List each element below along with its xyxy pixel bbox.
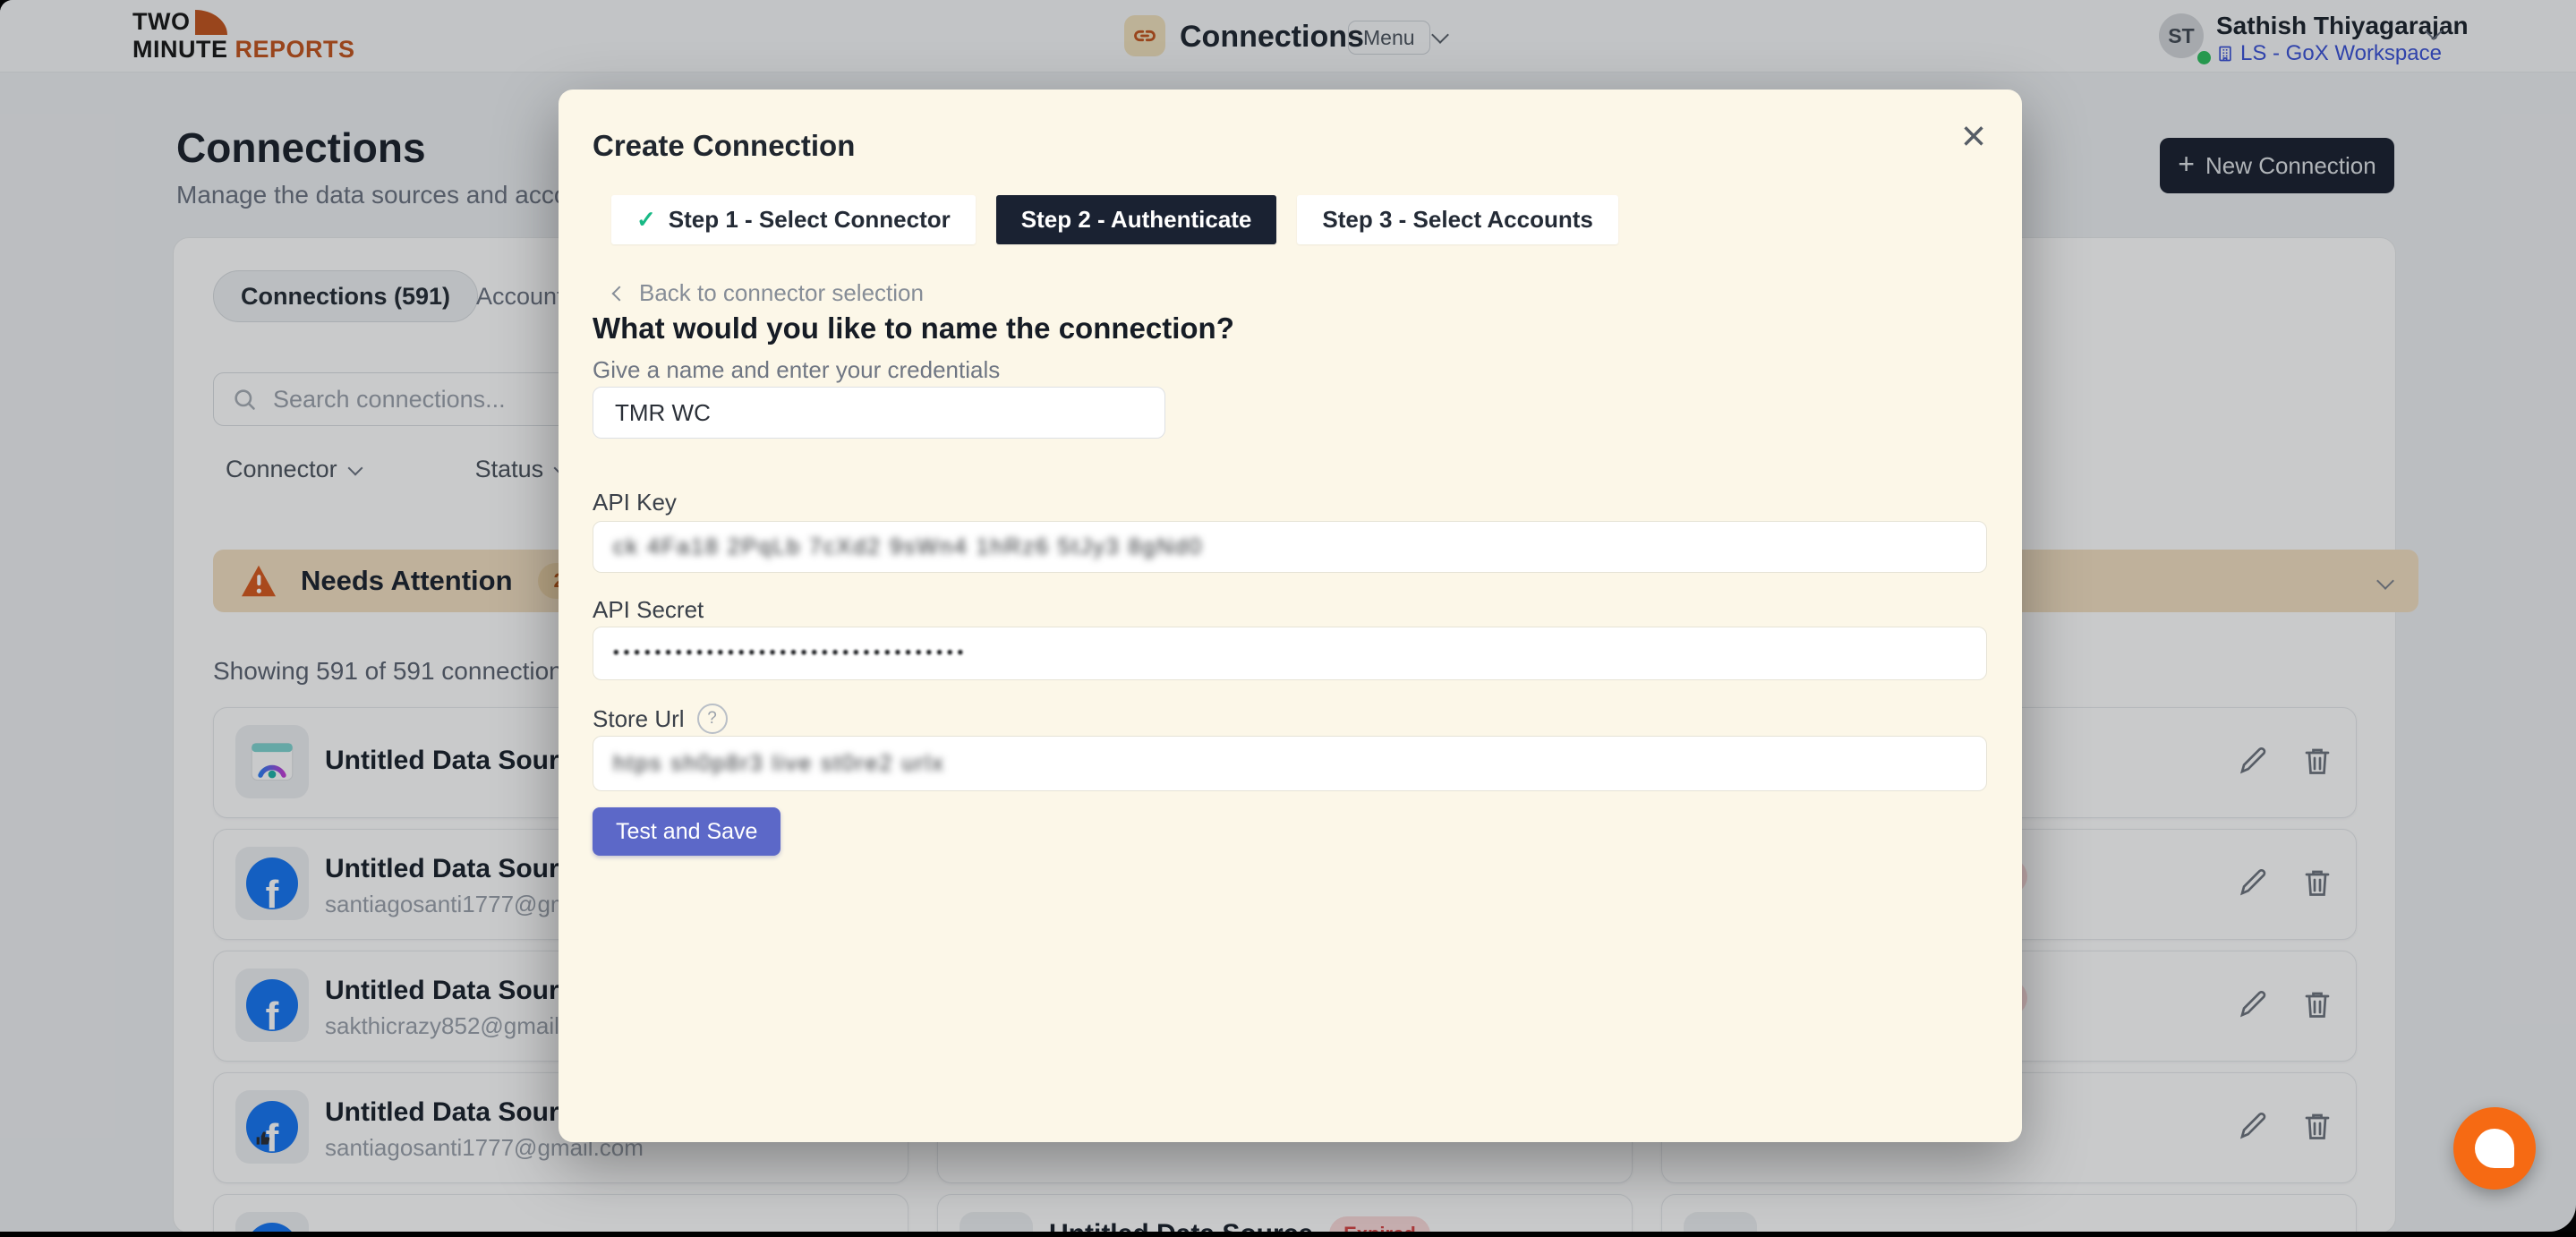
step-3-label: Step 3 - Select Accounts <box>1322 206 1593 233</box>
create-connection-modal: Create Connection × ✓ Step 1 - Select Co… <box>559 90 2022 1142</box>
store-url-field[interactable]: htps sh0p8r3 live st0re2 urlx <box>593 736 1987 791</box>
back-to-connector-link[interactable]: Back to connector selection <box>611 279 924 307</box>
wizard-steps: ✓ Step 1 - Select Connector Step 2 - Aut… <box>611 195 1618 244</box>
store-url-redacted-text: htps sh0p8r3 live st0re2 urlx <box>613 750 945 776</box>
step-2-tab[interactable]: Step 2 - Authenticate <box>995 195 1277 244</box>
api-secret-masked-text: •••••••••••••••••••••••••••••••••• <box>613 644 968 662</box>
chat-bubble-icon <box>2475 1129 2514 1168</box>
step-1-label: Step 1 - Select Connector <box>668 206 951 233</box>
check-icon: ✓ <box>636 206 656 233</box>
connection-name-field <box>593 387 1165 439</box>
back-label: Back to connector selection <box>639 279 924 306</box>
modal-title: Create Connection <box>593 129 856 162</box>
api-key-field[interactable]: ck 4Fa18 2PqLb 7cXd2 9sWn4 1hRz6 5tJy3 8… <box>593 521 1987 573</box>
step-3-tab[interactable]: Step 3 - Select Accounts <box>1297 195 1618 244</box>
store-url-label: Store Url <box>593 704 685 732</box>
api-key-label: API Key <box>593 489 677 516</box>
test-and-save-button[interactable]: Test and Save <box>593 807 781 856</box>
modal-subheading: Give a name and enter your credentials <box>593 356 1001 383</box>
close-icon[interactable]: × <box>1956 115 1992 159</box>
api-secret-field[interactable]: •••••••••••••••••••••••••••••••••• <box>593 627 1987 680</box>
chat-launcher-button[interactable] <box>2453 1107 2536 1190</box>
step-1-tab[interactable]: ✓ Step 1 - Select Connector <box>611 195 976 244</box>
connection-name-input[interactable] <box>613 397 1145 428</box>
api-key-redacted-text: ck 4Fa18 2PqLb 7cXd2 9sWn4 1hRz6 5tJy3 8… <box>613 533 1204 559</box>
api-secret-label: API Secret <box>593 596 704 623</box>
help-icon[interactable]: ? <box>696 704 728 734</box>
modal-heading: What would you like to name the connecti… <box>593 311 1234 345</box>
store-url-label-row: Store Url ? <box>593 704 728 734</box>
step-2-label: Step 2 - Authenticate <box>1020 206 1252 233</box>
chevron-left-icon <box>611 286 627 301</box>
